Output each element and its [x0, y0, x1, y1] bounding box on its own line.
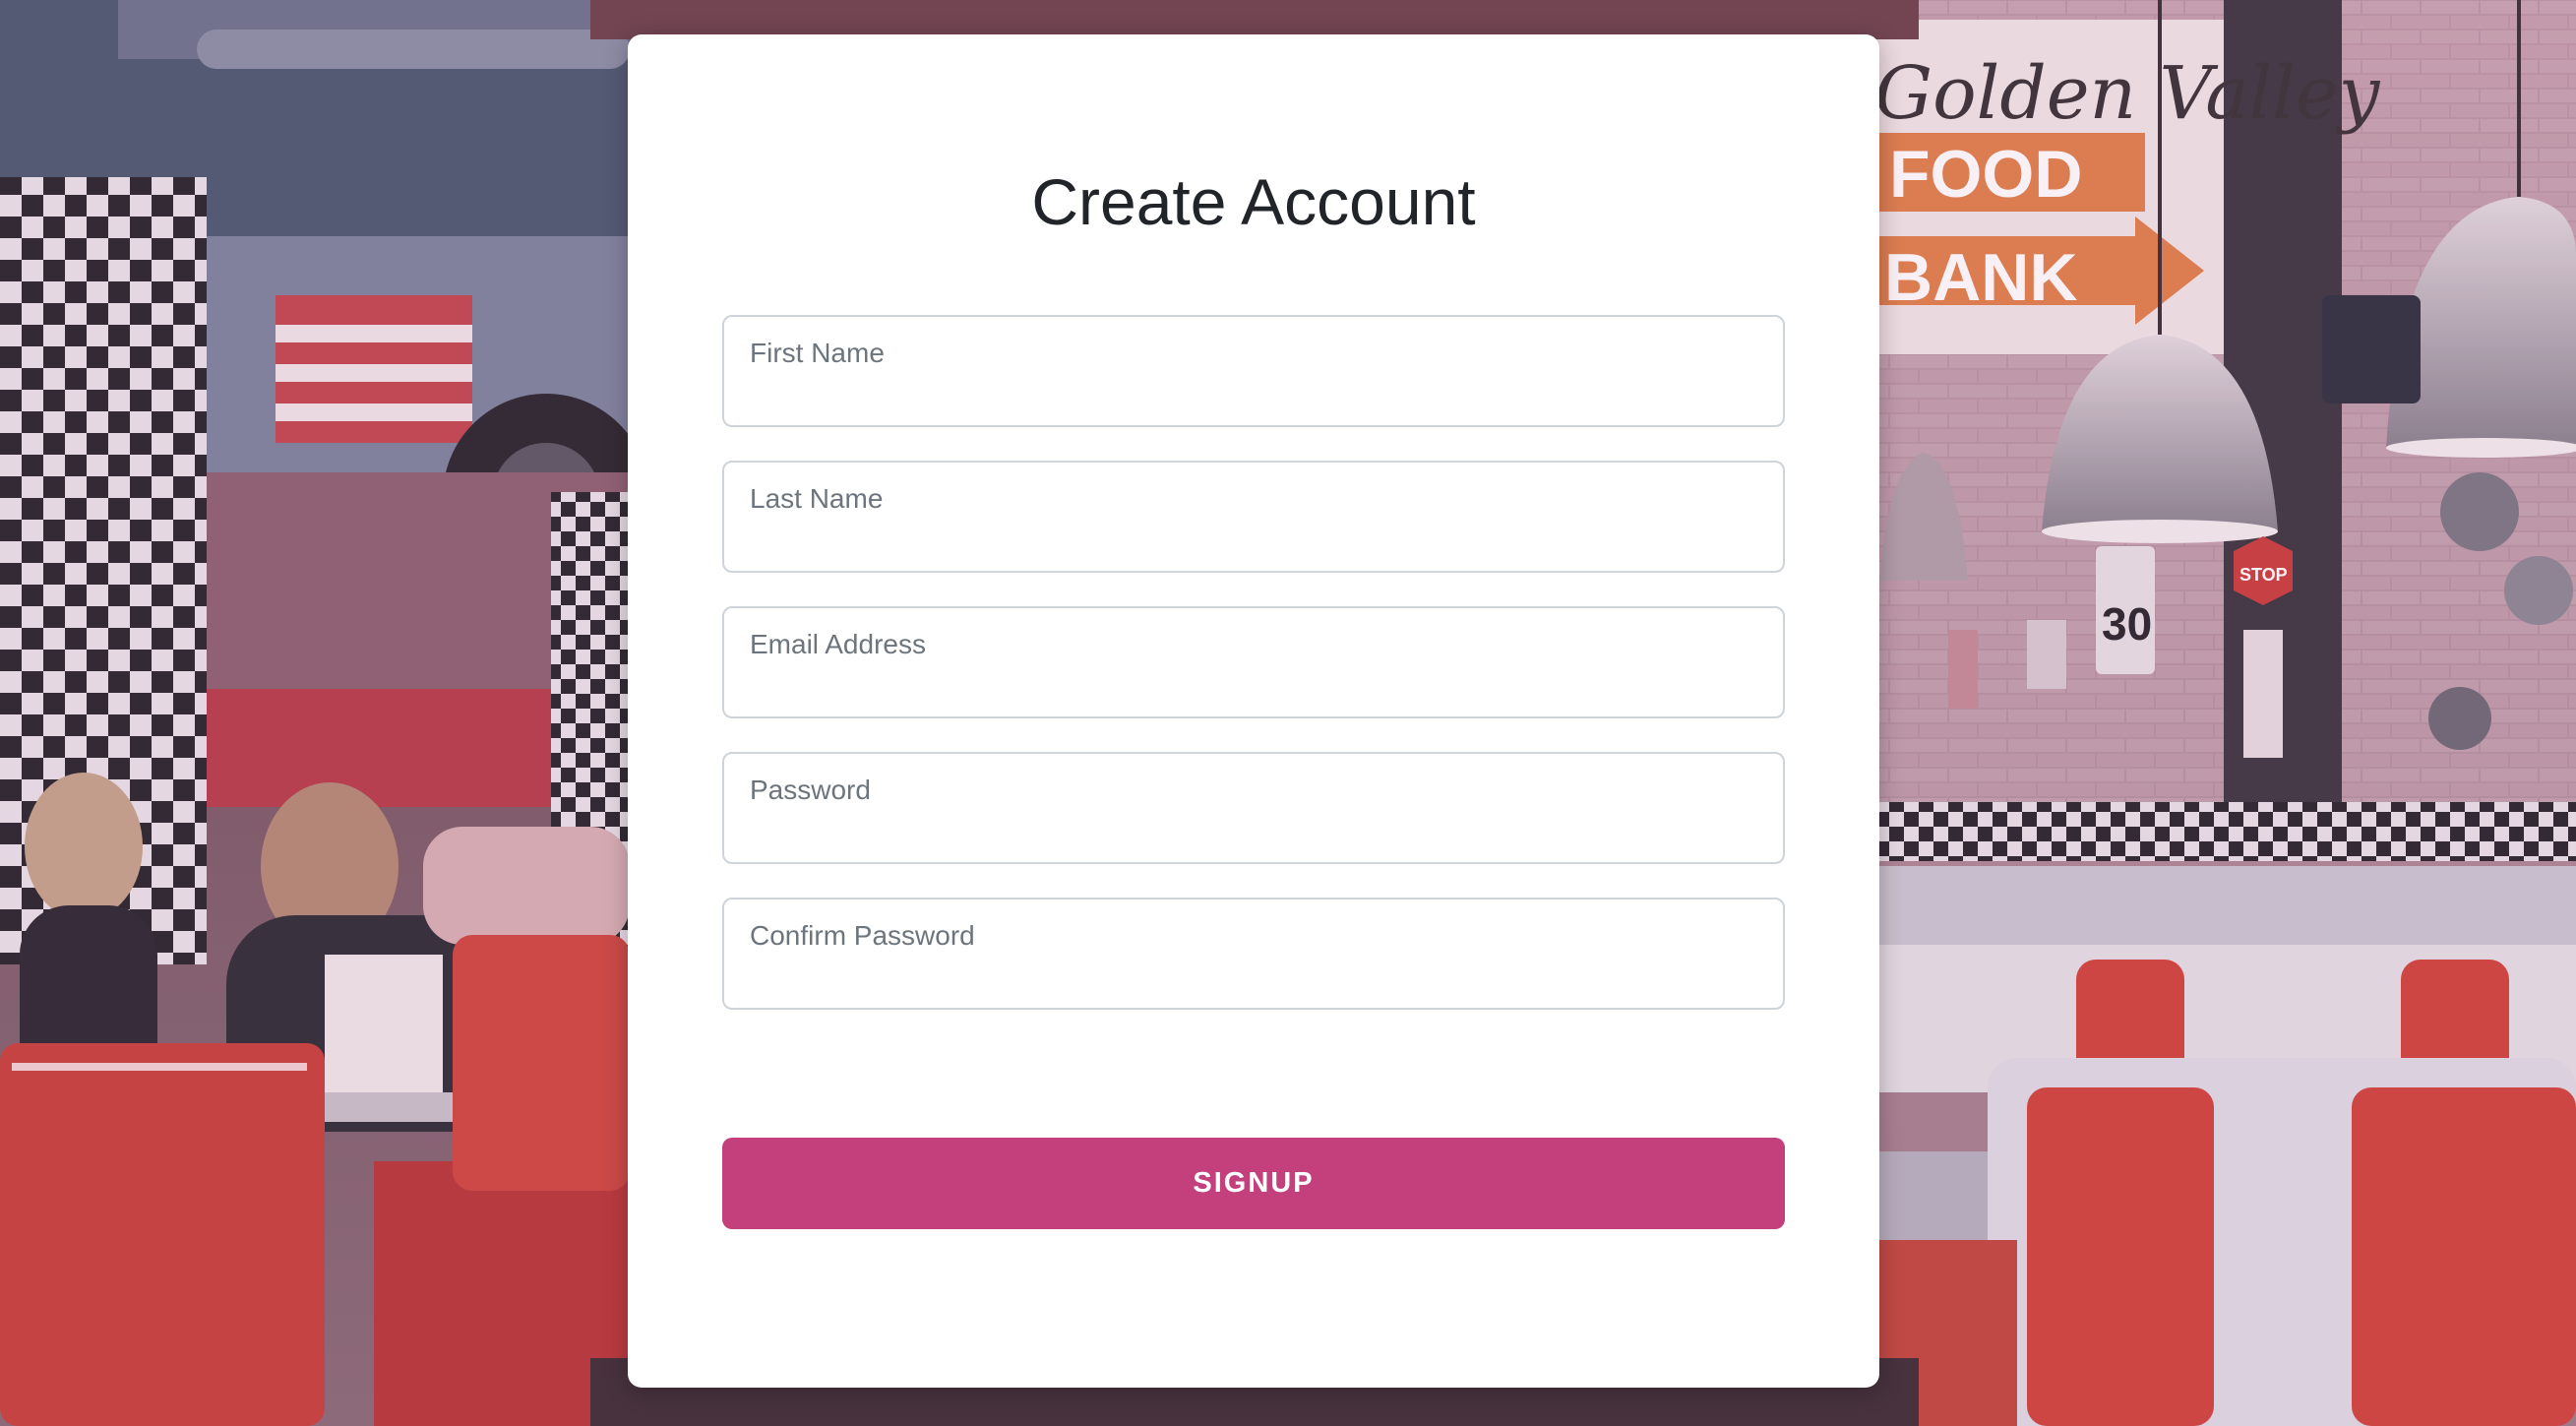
confirm-password-input[interactable]: [748, 957, 1759, 994]
email-field[interactable]: Email Address: [722, 606, 1785, 718]
email-label: Email Address: [750, 629, 926, 659]
password-field[interactable]: Password: [722, 752, 1785, 864]
password-label: Password: [750, 775, 871, 805]
confirm-password-label: Confirm Password: [750, 920, 975, 951]
last-name-input[interactable]: [748, 520, 1759, 557]
page-title: Create Account: [1031, 165, 1476, 238]
last-name-label: Last Name: [750, 483, 884, 514]
confirm-password-field[interactable]: Confirm Password: [722, 898, 1785, 1010]
email-input[interactable]: [748, 665, 1759, 703]
first-name-field[interactable]: First Name: [722, 315, 1785, 427]
first-name-input[interactable]: [748, 374, 1759, 411]
signup-card: Create Account First Name Last Name Emai…: [628, 34, 1879, 1388]
password-input[interactable]: [748, 811, 1759, 848]
signup-button[interactable]: SIGNUP: [722, 1138, 1785, 1229]
first-name-label: First Name: [750, 338, 885, 368]
last-name-field[interactable]: Last Name: [722, 461, 1785, 573]
